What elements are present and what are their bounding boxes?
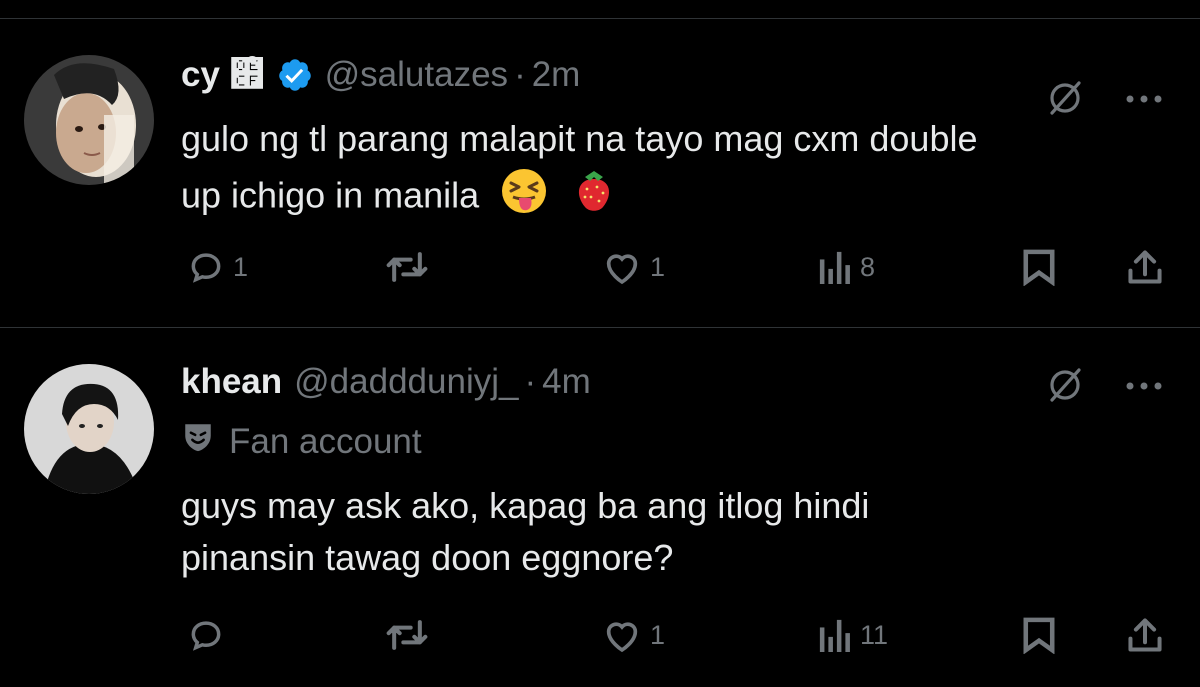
timestamp[interactable]: 2m <box>532 55 581 95</box>
views-button[interactable]: 8 <box>818 248 875 286</box>
like-button[interactable]: 1 <box>602 616 665 654</box>
strawberry-icon <box>569 165 619 231</box>
top-icons <box>1046 366 1164 409</box>
tweet-text-line-2: up ichigo in manila <box>181 165 1181 231</box>
display-name[interactable]: khean <box>181 362 282 402</box>
share-button[interactable] <box>1125 616 1165 654</box>
separator: · <box>524 362 537 401</box>
fan-account-label: Fan account <box>181 420 422 463</box>
more-icon[interactable] <box>1124 379 1164 397</box>
fan-account-icon <box>181 420 215 463</box>
tweet-text-line-2-text: up ichigo in manila <box>181 174 480 216</box>
like-count: 1 <box>650 251 666 282</box>
tweet-text-line-1: gulo ng tl parang malapit na tayo mag cx… <box>181 118 978 159</box>
tweet-text-line-2: pinansin tawag doon eggnore? <box>181 537 674 578</box>
views-count: 11 <box>860 619 889 650</box>
reply-button[interactable]: 1 <box>187 248 248 286</box>
like-count: 1 <box>650 619 666 650</box>
squinting-tongue-face-icon <box>499 166 549 230</box>
share-button[interactable] <box>1125 248 1165 286</box>
views-count: 8 <box>860 251 876 282</box>
reply-count: 1 <box>233 251 249 282</box>
tweet-2[interactable]: khean @daddduniyj_ · 4m Fan account guys… <box>0 328 1200 687</box>
more-icon[interactable] <box>1124 92 1164 110</box>
grok-icon[interactable] <box>1046 366 1084 409</box>
tweet-header: khean @daddduniyj_ · 4m <box>181 362 591 402</box>
handle[interactable]: @daddduniyj_ <box>294 362 518 402</box>
repost-button[interactable] <box>385 616 437 654</box>
tweet-text-line-1: guys may ask ako, kapag ba ang itlog hin… <box>181 485 870 526</box>
tweet-text: guys may ask ako, kapag ba ang itlog hin… <box>181 480 1181 584</box>
action-bar: 1 1 8 <box>0 248 1200 288</box>
handle[interactable]: @salutazes <box>325 55 508 95</box>
timestamp[interactable]: 4m <box>542 362 591 402</box>
repost-button[interactable] <box>385 248 437 286</box>
avatar[interactable] <box>24 364 154 494</box>
bookmark-button[interactable] <box>1022 248 1056 286</box>
separator: · <box>514 55 526 94</box>
views-button[interactable]: 11 <box>818 616 888 654</box>
like-button[interactable]: 1 <box>602 248 665 286</box>
tweet-1[interactable]: cy ໏ໍ @salutazes · 2m gulo ng tl parang … <box>0 19 1200 327</box>
bookmark-button[interactable] <box>1022 616 1056 654</box>
fan-account-text: Fan account <box>229 421 422 461</box>
display-name[interactable]: cy ໏ໍ <box>181 55 265 95</box>
verified-icon <box>277 57 313 93</box>
action-bar: 1 11 <box>0 616 1200 656</box>
tweet-header: cy ໏ໍ @salutazes · 2m <box>181 55 580 95</box>
tweet-text: gulo ng tl parang malapit na tayo mag cx… <box>181 113 1181 231</box>
avatar[interactable] <box>24 55 154 185</box>
reply-button[interactable] <box>187 616 233 654</box>
